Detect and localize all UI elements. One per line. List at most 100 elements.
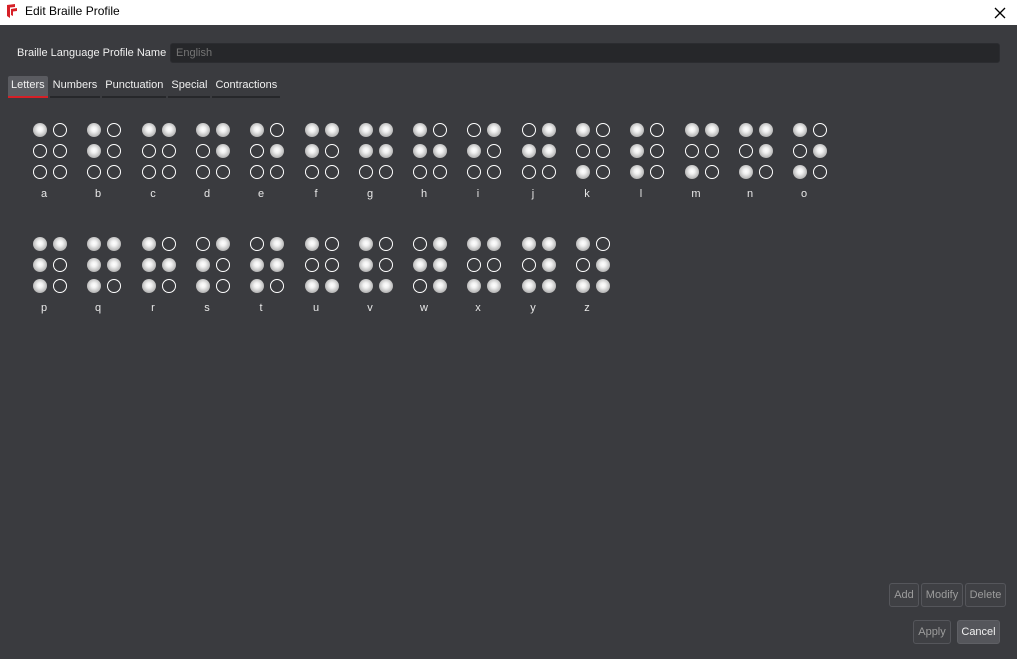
braille-dot-1-raised [359, 123, 373, 137]
delete-button[interactable]: Delete [965, 583, 1006, 607]
add-button[interactable]: Add [889, 583, 919, 607]
cancel-button[interactable]: Cancel [957, 620, 1000, 644]
braille-dot-6-flat [433, 165, 447, 179]
braille-cell-y[interactable]: y [522, 237, 556, 314]
braille-dot-2-raised [196, 258, 210, 272]
braille-cell-n[interactable]: n [739, 123, 773, 200]
braille-dot-4-flat [325, 237, 339, 251]
braille-dot-2-flat [467, 258, 481, 272]
braille-dot-6-flat [53, 165, 67, 179]
braille-dot-4-flat [162, 237, 176, 251]
braille-cell-label: v [367, 302, 373, 314]
braille-dot-6-flat [759, 165, 773, 179]
braille-cell-label: s [204, 302, 210, 314]
tab-numbers[interactable]: Numbers [49, 76, 101, 98]
braille-dot-6-flat [487, 165, 501, 179]
braille-dot-5-raised [216, 144, 230, 158]
braille-cell-t[interactable]: t [250, 237, 284, 314]
braille-dot-5-raised [107, 258, 121, 272]
braille-cell-label: l [639, 188, 643, 200]
braille-dot-6-flat [162, 279, 176, 293]
braille-cell-o[interactable]: o [793, 123, 827, 200]
tab-contractions[interactable]: Contractions [212, 76, 281, 98]
braille-cell-d[interactable]: d [196, 123, 230, 200]
braille-cell-l[interactable]: l [630, 123, 664, 200]
modify-button[interactable]: Modify [921, 583, 963, 607]
braille-dot-6-flat [813, 165, 827, 179]
braille-cell-label: g [366, 188, 374, 200]
braille-cell-f[interactable]: f [305, 123, 339, 200]
braille-cell-p[interactable]: p [33, 237, 67, 314]
braille-dot-1-flat [250, 237, 264, 251]
tab-punctuation[interactable]: Punctuation [102, 76, 167, 98]
braille-cell-i[interactable]: i [467, 123, 501, 200]
braille-cell-v[interactable]: v [359, 237, 393, 314]
braille-dot-5-flat [53, 144, 67, 158]
braille-dot-2-raised [305, 144, 319, 158]
braille-dot-4-raised [487, 237, 501, 251]
braille-cell-c[interactable]: c [142, 123, 176, 200]
close-button[interactable] [983, 0, 1017, 25]
braille-dot-1-raised [33, 237, 47, 251]
braille-dot-2-raised [467, 144, 481, 158]
tab-letters[interactable]: Letters [8, 76, 48, 98]
braille-cell-g[interactable]: g [359, 123, 393, 200]
braille-cell-a[interactable]: a [33, 123, 67, 200]
braille-dot-2-raised [359, 258, 373, 272]
braille-dot-6-raised [379, 279, 393, 293]
braille-dot-1-flat [522, 123, 536, 137]
braille-dot-5-flat [487, 258, 501, 272]
braille-cell-label: p [40, 302, 48, 314]
braille-cell-label: a [40, 188, 48, 200]
braille-cell-label: t [259, 302, 263, 314]
braille-cell-label: n [746, 188, 754, 200]
braille-cell-e[interactable]: e [250, 123, 284, 200]
braille-cell-j[interactable]: j [522, 123, 556, 200]
braille-cell-label: e [257, 188, 265, 200]
braille-dot-4-raised [759, 123, 773, 137]
braille-dot-5-flat [325, 144, 339, 158]
braille-cell-s[interactable]: s [196, 237, 230, 314]
braille-cell-m[interactable]: m [685, 123, 719, 200]
braille-dot-6-flat [216, 165, 230, 179]
braille-cell-u[interactable]: u [305, 237, 339, 314]
braille-dot-3-raised [685, 165, 699, 179]
braille-dot-6-flat [270, 165, 284, 179]
braille-dot-3-raised [196, 279, 210, 293]
braille-cell-label: i [476, 188, 480, 200]
braille-dot-1-raised [87, 237, 101, 251]
braille-dot-2-flat [739, 144, 753, 158]
tab-special[interactable]: Special [168, 76, 211, 98]
braille-cell-b[interactable]: b [87, 123, 121, 200]
braille-dot-6-raised [542, 279, 556, 293]
profile-name-input[interactable] [170, 43, 1000, 63]
braille-cell-x[interactable]: x [467, 237, 501, 314]
braille-dot-6-raised [433, 279, 447, 293]
braille-dot-5-raised [433, 144, 447, 158]
braille-dot-2-raised [33, 258, 47, 272]
braille-dot-4-raised [325, 123, 339, 137]
braille-dot-2-raised [522, 144, 536, 158]
braille-dot-3-flat [522, 165, 536, 179]
braille-cell-q[interactable]: q [87, 237, 121, 314]
braille-dot-5-raised [162, 258, 176, 272]
braille-dot-2-flat [685, 144, 699, 158]
braille-cell-label: u [312, 302, 320, 314]
braille-dot-1-raised [739, 123, 753, 137]
braille-dot-5-flat [216, 258, 230, 272]
braille-dot-1-raised [630, 123, 644, 137]
braille-cell-label: o [800, 188, 808, 200]
braille-dot-4-flat [813, 123, 827, 137]
braille-cell-z[interactable]: z [576, 237, 610, 314]
apply-button[interactable]: Apply [913, 620, 951, 644]
braille-cell-h[interactable]: h [413, 123, 447, 200]
braille-dot-4-flat [596, 123, 610, 137]
braille-cell-k[interactable]: k [576, 123, 610, 200]
braille-dot-3-raised [576, 165, 590, 179]
braille-cell-w[interactable]: w [413, 237, 447, 314]
braille-dot-3-raised [87, 279, 101, 293]
braille-dot-5-flat [487, 144, 501, 158]
braille-cell-r[interactable]: r [142, 237, 176, 314]
braille-dot-4-raised [433, 237, 447, 251]
braille-dot-1-raised [142, 237, 156, 251]
